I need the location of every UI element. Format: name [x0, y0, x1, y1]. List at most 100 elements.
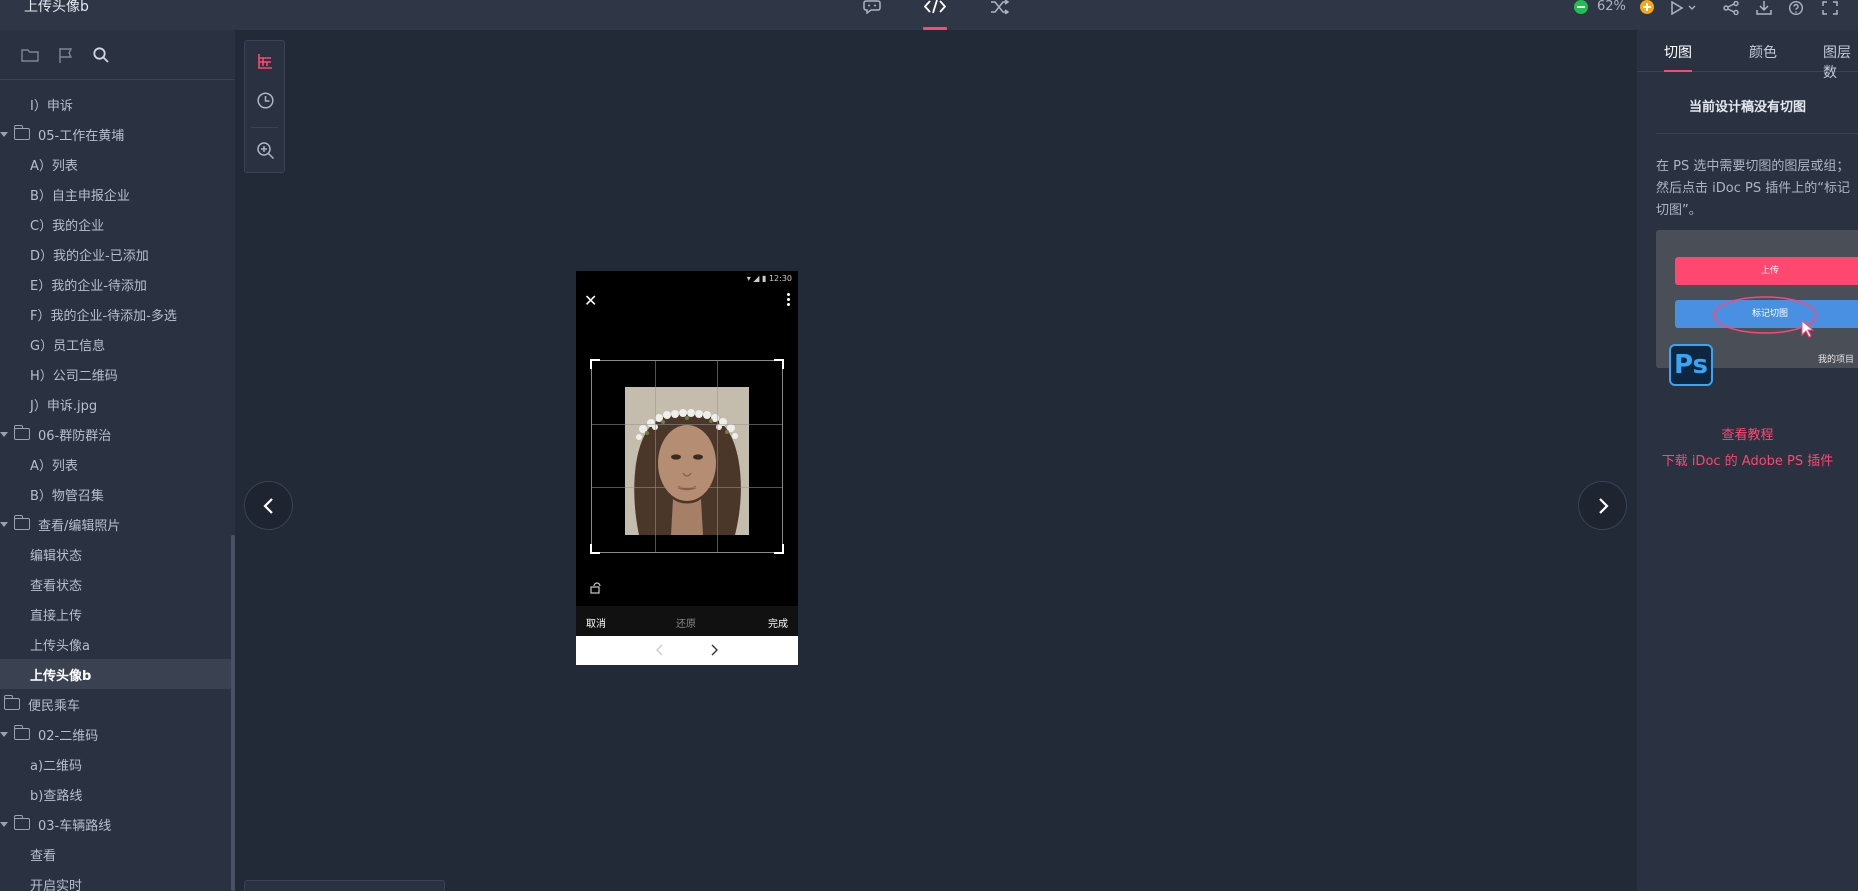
tree-item[interactable]: B）自主申报企业: [0, 179, 235, 209]
crop-handle[interactable]: [590, 359, 600, 369]
more-icon[interactable]: [787, 293, 790, 306]
tree-folder[interactable]: 便民乘车: [0, 689, 235, 719]
add-button[interactable]: [0, 46, 12, 64]
design-artboard[interactable]: ▾ ◢ ▮ 12:30 ✕ 取消 还原 完成: [576, 271, 798, 665]
tree-item-label: 上传头像a: [30, 638, 90, 654]
shuffle-mode-button[interactable]: [985, 0, 1015, 30]
layers-icon: [258, 54, 272, 69]
play-icon: [1671, 0, 1696, 16]
tree-item-label: 编辑状态: [30, 548, 83, 564]
tree-item[interactable]: 查看: [0, 839, 235, 869]
flag-icon: [59, 48, 73, 63]
tree-item[interactable]: a)二维码: [0, 749, 235, 779]
done-button[interactable]: 完成: [768, 615, 788, 630]
tree-item[interactable]: 上传头像a: [0, 629, 235, 659]
tree-folder[interactable]: 05-工作在黄埔: [0, 119, 235, 149]
tree-folder[interactable]: 查看/编辑照片: [0, 509, 235, 539]
tree-item[interactable]: I）申诉: [0, 89, 235, 119]
tree-folder[interactable]: 03-车辆路线: [0, 809, 235, 839]
restore-button[interactable]: 还原: [676, 615, 696, 630]
tree-folder[interactable]: 06-群防群治: [0, 419, 235, 449]
tree-item[interactable]: b)查路线: [0, 779, 235, 809]
zoom-in-button[interactable]: [1640, 0, 1654, 14]
tree-item[interactable]: C）我的企业: [0, 209, 235, 239]
tree-item[interactable]: 开启实时: [0, 869, 235, 891]
next-page-button[interactable]: [1578, 481, 1627, 530]
history-button[interactable]: [256, 91, 275, 110]
tree-item-label: I）申诉: [30, 98, 73, 114]
folder-icon: [14, 125, 30, 140]
tree-item-label: J）申诉.jpg: [30, 398, 98, 414]
instruction-line: 切图”。: [1656, 203, 1702, 218]
tab-layers[interactable]: 图层数: [1823, 42, 1858, 82]
chevron-left-icon: [262, 497, 273, 514]
tree-item-label: B）物管召集: [30, 488, 104, 504]
tab-colors[interactable]: 颜色: [1749, 42, 1777, 62]
crop-actions-bar: 取消 还原 完成: [576, 606, 798, 636]
search-button[interactable]: [92, 46, 110, 64]
tree-item[interactable]: E）我的企业-待添加: [0, 269, 235, 299]
folder-icon: [4, 695, 20, 710]
tree-item[interactable]: B）物管召集: [0, 479, 235, 509]
download-plugin-link[interactable]: 下载 iDoc 的 Adobe PS 插件: [1637, 450, 1858, 469]
zoom-out-button[interactable]: [1574, 0, 1588, 14]
crop-handle[interactable]: [590, 544, 600, 554]
layers-button[interactable]: [256, 52, 275, 71]
tree-item-label: F）我的企业-待添加-多选: [30, 308, 177, 324]
tree-folder-label: 查看/编辑照片: [38, 518, 121, 534]
tree-item-active[interactable]: 上传头像b: [0, 659, 235, 689]
chevron-down-icon: [0, 431, 8, 437]
tree-item-label: b)查路线: [30, 788, 83, 804]
tutorial-link[interactable]: 查看教程: [1637, 424, 1858, 443]
help-button[interactable]: [1788, 0, 1806, 16]
code-icon: [924, 0, 946, 14]
rotate-svg: [590, 582, 601, 594]
help-icon: [1788, 0, 1804, 16]
crop-frame[interactable]: [590, 359, 784, 554]
comment-mode-button[interactable]: [857, 0, 887, 30]
prev-page-button[interactable]: [244, 481, 293, 530]
tree-item[interactable]: A）列表: [0, 449, 235, 479]
chevron-right-icon[interactable]: [710, 644, 718, 656]
zoom-tool-button[interactable]: [256, 141, 275, 160]
play-button[interactable]: [1670, 0, 1696, 16]
instruction-line: 然后点击 iDoc PS 插件上的“标记: [1656, 181, 1850, 196]
fullscreen-button[interactable]: [1822, 0, 1840, 16]
close-icon[interactable]: ✕: [584, 291, 597, 310]
sidebar: I）申诉 05-工作在黄埔 A）列表 B）自主申报企业 C）我的企业 D）我的企…: [0, 30, 235, 891]
tree-folder-label: 02-二维码: [38, 728, 99, 744]
download-button[interactable]: [1756, 0, 1774, 16]
tree-item[interactable]: 编辑状态: [0, 539, 235, 569]
tree-item[interactable]: 查看状态: [0, 569, 235, 599]
tree-item[interactable]: 直接上传: [0, 599, 235, 629]
crop-handle[interactable]: [774, 544, 784, 554]
crop-handle[interactable]: [774, 359, 784, 369]
tree-item-label: G）员工信息: [30, 338, 106, 354]
tree-item-label: B）自主申报企业: [30, 188, 130, 204]
tree-item[interactable]: J）申诉.jpg: [0, 389, 235, 419]
comment-icon: [863, 0, 881, 14]
tree-item[interactable]: H）公司二维码: [0, 359, 235, 389]
tree-folder[interactable]: 02-二维码: [0, 719, 235, 749]
rotate-icon[interactable]: [590, 579, 602, 594]
tree-item-label: C）我的企业: [30, 218, 105, 234]
instruction-line: 在 PS 选中需要切图的图层或组；: [1656, 159, 1850, 174]
folder-icon: [14, 515, 30, 530]
tree-item[interactable]: G）员工信息: [0, 329, 235, 359]
tab-slices[interactable]: 切图: [1664, 42, 1692, 72]
chevron-down-icon: [0, 131, 8, 137]
code-mode-button[interactable]: [920, 0, 950, 30]
sidebar-scrollbar[interactable]: [231, 535, 235, 891]
cancel-button[interactable]: 取消: [586, 615, 606, 630]
flag-button[interactable]: [57, 46, 75, 64]
canvas-toolbar: [244, 40, 285, 173]
status-time: 12:30: [768, 274, 792, 283]
chevron-left-icon[interactable]: [656, 644, 664, 656]
new-folder-button[interactable]: [21, 46, 39, 64]
tree-item[interactable]: D）我的企业-已添加: [0, 239, 235, 269]
right-panel: 切图 颜色 图层数 当前设计稿没有切图 在 PS 选中需要切图的图层或组； 然后…: [1637, 30, 1858, 891]
signal-icon: ▾ ◢ ▮: [746, 274, 769, 283]
tree-item[interactable]: A）列表: [0, 149, 235, 179]
tree-item[interactable]: F）我的企业-待添加-多选: [0, 299, 235, 329]
share-button[interactable]: [1723, 0, 1741, 16]
